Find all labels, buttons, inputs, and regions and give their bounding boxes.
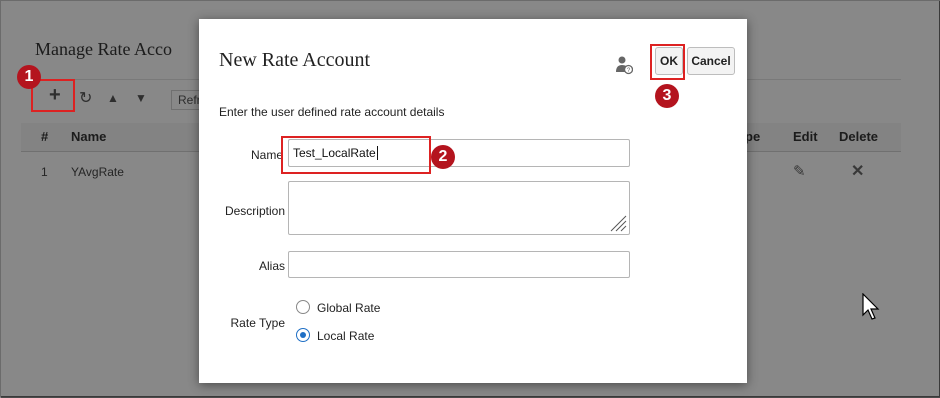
help-user-icon[interactable]: ?	[615, 55, 633, 75]
global-rate-label: Global Rate	[317, 301, 381, 315]
step-badge-1: 1	[17, 65, 41, 89]
dialog-instruction: Enter the user defined rate account deta…	[219, 105, 445, 119]
resize-handle-icon[interactable]	[609, 214, 627, 232]
step-badge-3: 3	[655, 84, 679, 108]
highlight-name-field	[281, 136, 431, 174]
local-rate-label: Local Rate	[317, 329, 375, 343]
name-label: Name	[250, 148, 283, 162]
description-field[interactable]	[288, 181, 630, 235]
description-label: Description	[224, 204, 285, 218]
global-rate-radio[interactable]	[296, 300, 310, 314]
alias-field[interactable]	[288, 251, 630, 278]
cancel-button[interactable]: Cancel	[687, 47, 735, 75]
local-rate-radio[interactable]	[296, 328, 310, 342]
app-window: Manage Rate Acco + ↻ ▲ ▼ Refr # Name pe …	[0, 0, 940, 398]
rate-type-label: Rate Type	[230, 316, 285, 330]
highlight-ok-button	[650, 44, 685, 80]
alias-label: Alias	[258, 259, 285, 273]
mouse-pointer-icon	[862, 293, 880, 320]
step-badge-2: 2	[431, 145, 455, 169]
dialog-title: New Rate Account	[219, 49, 371, 71]
